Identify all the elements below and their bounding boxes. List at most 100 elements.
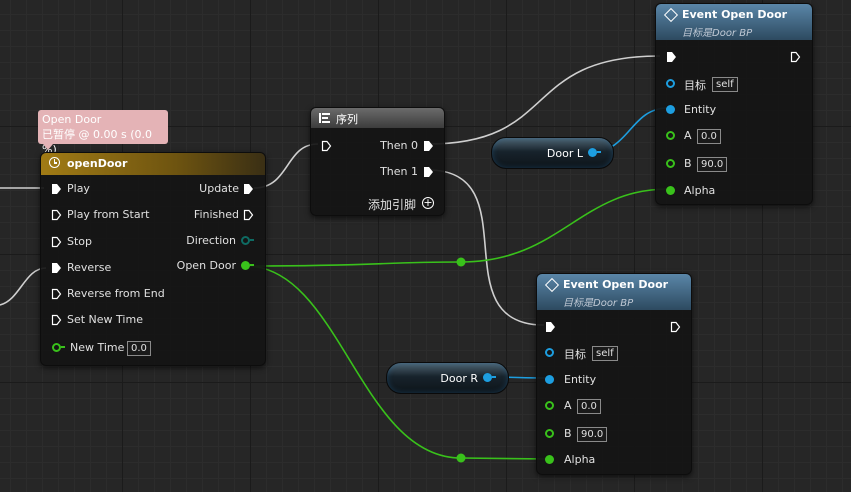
exec-wire-then1-to-event-bottom	[427, 169, 545, 326]
timeline-node-header[interactable]: openDoor	[41, 153, 265, 175]
exec-wire-then0-to-event-top	[427, 55, 661, 145]
pin-label-event-top-alpha: Alpha	[684, 184, 716, 197]
event-diamond-icon	[663, 7, 679, 23]
pin-label-open-door: Open Door	[176, 259, 236, 272]
event-top-target-field[interactable]: self	[712, 77, 738, 92]
event-bottom-subtitle: 目标是Door BP	[563, 294, 633, 309]
object-pin-door-l[interactable]	[588, 148, 597, 157]
object-pin-event-bottom-target[interactable]	[545, 348, 554, 357]
event-top-target-row: 目标 self	[656, 77, 812, 92]
pin-label-event-top-a: A	[684, 129, 692, 142]
new-time-input[interactable]: 0.0	[127, 341, 151, 356]
timeline-output-direction-row: Direction	[41, 234, 265, 248]
exec-pin-finished[interactable]	[243, 209, 254, 221]
sequence-node-title: 序列	[336, 113, 358, 126]
event-bottom-title: Event Open Door	[563, 278, 669, 291]
float-pin-event-bottom-b[interactable]	[545, 429, 554, 438]
timeline-output-open-door-row: Open Door	[41, 259, 265, 273]
event-top-exec-row	[656, 50, 812, 64]
exec-pin-update[interactable]	[243, 183, 254, 195]
add-pin-label[interactable]: 添加引脚	[368, 196, 416, 213]
float-pin-event-bottom-a[interactable]	[545, 401, 554, 410]
timeline-output-update-row: Update	[41, 182, 265, 196]
event-top-a-row: A 0.0	[656, 129, 812, 144]
event-bottom-alpha-row: Alpha	[537, 453, 691, 467]
pin-label-event-bottom-b: B	[564, 427, 572, 440]
door-r-variable-node[interactable]: Door R	[386, 362, 509, 394]
object-pin-event-bottom-entity[interactable]	[545, 375, 554, 384]
sequence-add-pin-row[interactable]: 添加引脚 +	[311, 196, 444, 213]
event-bottom-entity-row: Entity	[537, 373, 691, 387]
pin-label-reverse-from-end: Reverse from End	[67, 287, 165, 300]
timeline-node-opendoor[interactable]: openDoor Play Play from Start Stop Rever…	[40, 152, 266, 366]
object-pin-event-top-entity[interactable]	[666, 105, 675, 114]
timeline-status-tooltip: Open Door 已暂停 @ 0.00 s (0.0 %)	[38, 110, 168, 156]
pin-label-event-bottom-target: 目标	[564, 348, 586, 361]
event-top-subtitle-prefix: 目标是	[682, 28, 712, 39]
exec-pin-event-bottom-in[interactable]	[545, 321, 556, 333]
exec-pin-event-bottom-out[interactable]	[670, 321, 681, 333]
exec-pin-set-new-time[interactable]	[51, 314, 62, 326]
pin-label-finished: Finished	[193, 208, 239, 221]
pin-label-set-new-time: Set New Time	[67, 313, 143, 326]
event-diamond-icon	[544, 277, 560, 293]
float-pin-event-bottom-alpha[interactable]	[545, 455, 554, 464]
door-l-variable-node[interactable]: Door L	[491, 137, 614, 169]
event-bottom-exec-row	[537, 320, 691, 334]
event-top-subtitle: 目标是Door BP	[682, 24, 752, 39]
add-pin-plus-icon[interactable]: +	[422, 197, 434, 209]
float-pin-event-top-alpha[interactable]	[666, 186, 675, 195]
event-top-a-field[interactable]: 0.0	[697, 129, 721, 144]
pin-label-event-bottom-entity: Entity	[564, 373, 597, 386]
exec-pin-then0[interactable]	[423, 140, 434, 152]
timeline-node-title: openDoor	[67, 157, 128, 170]
object-pin-door-r[interactable]	[483, 373, 492, 382]
pin-label-event-bottom-alpha: Alpha	[564, 453, 596, 466]
event-bottom-a-field[interactable]: 0.0	[577, 399, 601, 414]
sequence-node-header[interactable]: 序列	[311, 108, 444, 128]
enum-pin-direction[interactable]	[241, 236, 250, 245]
event-top-b-field[interactable]: 90.0	[697, 157, 728, 172]
float-pin-event-top-b[interactable]	[666, 159, 675, 168]
event-bottom-target-row: 目标 self	[537, 346, 691, 361]
door-l-label: Door L	[546, 147, 583, 160]
clock-icon	[49, 157, 60, 168]
pin-label-then1: Then 1	[380, 165, 418, 178]
event-bottom-b-field[interactable]: 90.0	[577, 427, 608, 442]
event-top-b-row: B 90.0	[656, 157, 812, 172]
exec-pin-event-top-in[interactable]	[666, 51, 677, 63]
exec-pin-event-top-out[interactable]	[790, 51, 801, 63]
reroute-knot-top	[456, 257, 466, 267]
pin-label-new-time: New Time	[70, 341, 125, 354]
pin-label-event-top-target: 目标	[684, 79, 706, 92]
event-top-alpha-row: Alpha	[656, 184, 812, 198]
timeline-output-finished-row: Finished	[41, 208, 265, 222]
event-bottom-subtitle-prefix: 目标是	[563, 298, 593, 309]
exec-pin-then1[interactable]	[423, 166, 434, 178]
timeline-input-new-time-row: New Time 0.0	[41, 341, 265, 356]
door-r-label: Door R	[440, 372, 478, 385]
pin-label-update: Update	[199, 182, 239, 195]
float-pin-event-top-a[interactable]	[666, 131, 675, 140]
pin-label-event-top-b: B	[684, 157, 692, 170]
tooltip-title: Open Door	[42, 113, 102, 126]
tooltip-pointer	[43, 144, 53, 150]
sequence-then0-row: Then 0	[311, 139, 444, 153]
event-bottom-header[interactable]: Event Open Door 目标是Door BP	[537, 274, 691, 310]
event-top-subtitle-target: Door BP	[712, 28, 753, 39]
sequence-node[interactable]: 序列 Then 0 Then 1 添加引脚 +	[310, 107, 445, 216]
event-bottom-b-row: B 90.0	[537, 427, 691, 442]
timeline-input-set-new-time-row: Set New Time	[41, 313, 265, 327]
event-top-header[interactable]: Event Open Door 目标是Door BP	[656, 4, 812, 40]
event-bottom-target-field[interactable]: self	[592, 346, 618, 361]
pin-label-then0: Then 0	[380, 139, 418, 152]
timeline-input-reverse-from-end-row: Reverse from End	[41, 287, 265, 301]
event-open-door-node-bottom[interactable]: Event Open Door 目标是Door BP 目标 self Entit…	[536, 273, 692, 475]
event-open-door-node-top[interactable]: Event Open Door 目标是Door BP 目标 self Entit…	[655, 3, 813, 205]
float-pin-new-time[interactable]	[52, 343, 61, 352]
object-pin-event-top-target[interactable]	[666, 79, 675, 88]
pin-label-direction: Direction	[186, 234, 236, 247]
pin-label-event-top-entity: Entity	[684, 103, 717, 116]
exec-pin-reverse-from-end[interactable]	[51, 288, 62, 300]
float-pin-open-door[interactable]	[241, 261, 250, 270]
